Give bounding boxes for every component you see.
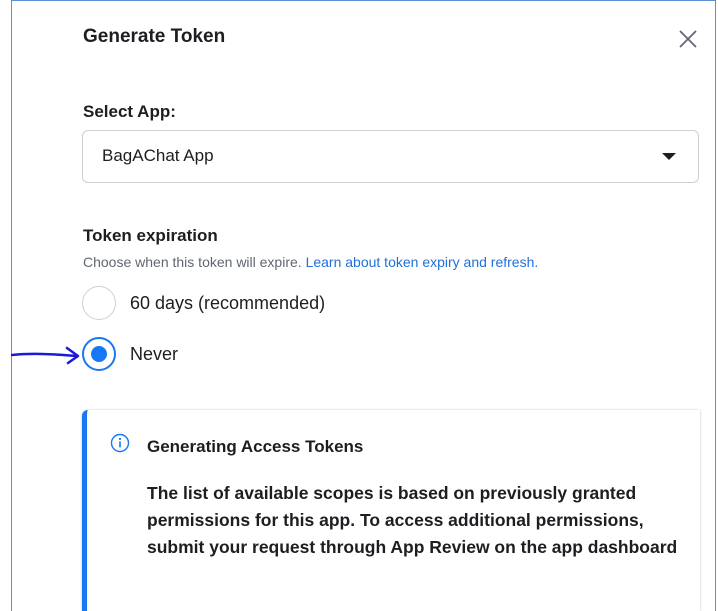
- radio-option-60-days[interactable]: 60 days (recommended): [82, 285, 325, 321]
- app-select-value: BagAChat App: [102, 146, 214, 165]
- radio-option-never[interactable]: Never: [82, 336, 178, 372]
- radio-never[interactable]: [82, 337, 116, 371]
- radio-label-60-days: 60 days (recommended): [130, 292, 326, 313]
- radio-60-days[interactable]: [82, 286, 116, 320]
- token-expiration-label: Token expiration: [83, 226, 218, 245]
- dialog-title: Generate Token: [83, 26, 226, 47]
- app-select[interactable]: BagAChat App: [82, 130, 699, 183]
- select-app-label: Select App:: [83, 102, 176, 121]
- close-icon: [679, 30, 697, 48]
- token-expiry-link[interactable]: Learn about token expiry and refresh.: [306, 254, 539, 270]
- hand-drawn-arrow-icon: [11, 346, 80, 365]
- info-body: The list of available scopes is based on…: [147, 483, 678, 557]
- info-icon: [110, 433, 130, 453]
- expiration-helper-text: Choose when this token will expire. Lear…: [83, 254, 538, 270]
- helper-text: Choose when this token will expire.: [83, 254, 302, 270]
- caret-down-icon: [662, 153, 676, 160]
- info-box: Generating Access Tokens The list of ava…: [82, 410, 700, 611]
- info-title: Generating Access Tokens: [147, 437, 364, 456]
- radio-label-never: Never: [130, 343, 179, 364]
- close-button[interactable]: [677, 28, 699, 50]
